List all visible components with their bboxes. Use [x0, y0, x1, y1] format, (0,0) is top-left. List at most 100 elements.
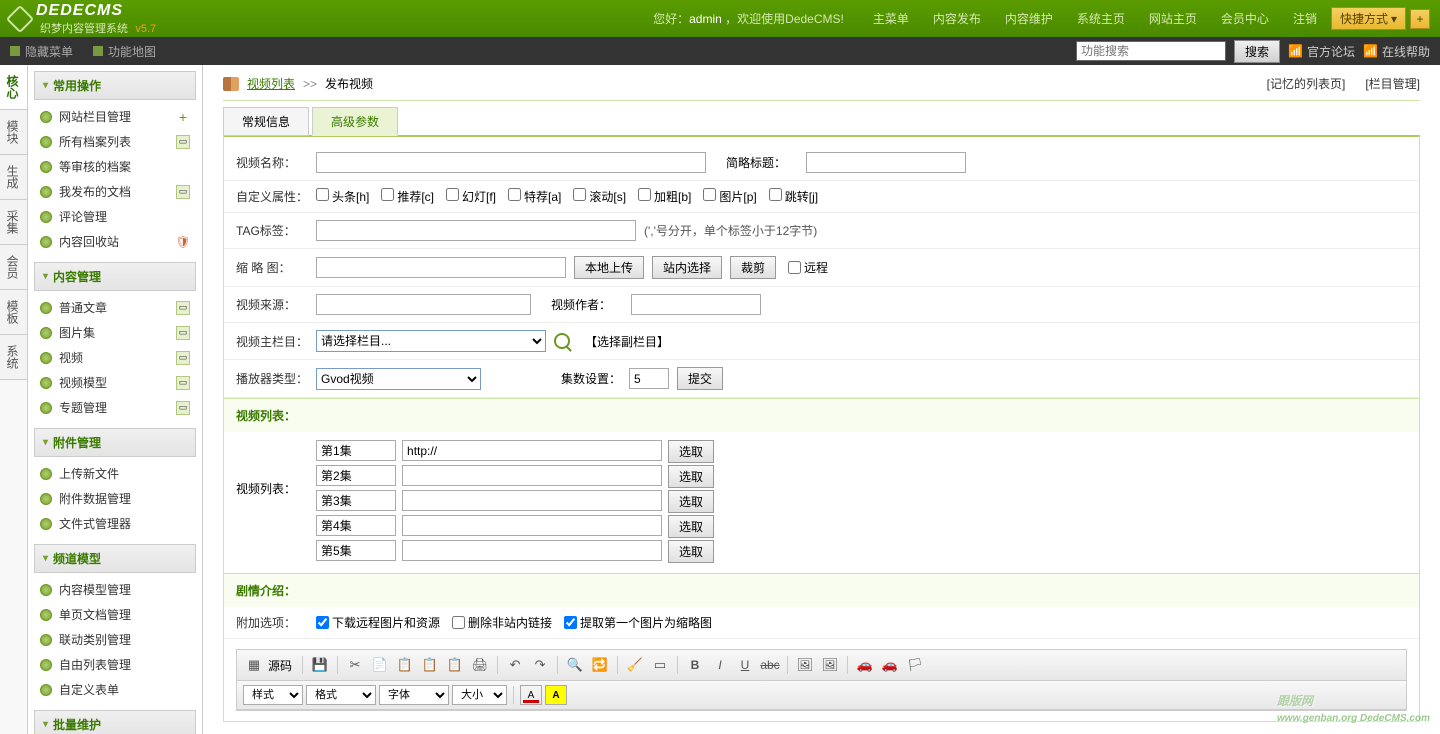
text-color-button[interactable]: A [520, 685, 542, 705]
sidebar-item[interactable]: 专题管理▭ [34, 395, 196, 420]
episode-url-input[interactable] [402, 465, 662, 486]
size-select[interactable]: 大小 [452, 685, 507, 705]
episode-url-input[interactable] [402, 515, 662, 536]
strike-icon[interactable]: abc [759, 654, 781, 676]
attr-checkbox[interactable] [316, 188, 329, 201]
attr-checkbox[interactable] [508, 188, 521, 201]
online-help-link[interactable]: 📶在线帮助 [1363, 43, 1430, 60]
download-remote-checkbox[interactable] [316, 616, 329, 629]
upload-local-button[interactable]: 本地上传 [574, 256, 644, 279]
remove-format-icon[interactable]: 🧹 [624, 654, 646, 676]
episode-url-input[interactable] [402, 490, 662, 511]
paste-text-icon[interactable]: 📋 [419, 654, 441, 676]
vtab-collect[interactable]: 采集 [0, 200, 27, 245]
select-episode-button[interactable]: 选取 [668, 515, 714, 538]
save-icon[interactable]: 💾 [309, 654, 331, 676]
episodes-input[interactable] [629, 368, 669, 389]
nav-main-menu[interactable]: 主菜单 [863, 10, 919, 27]
thumb-input[interactable] [316, 257, 566, 278]
bg-color-button[interactable]: A [545, 685, 567, 705]
nav-logout[interactable]: 注销 [1283, 10, 1327, 27]
episode-name-input[interactable] [316, 465, 396, 486]
attr-checkbox[interactable] [573, 188, 586, 201]
column-manage-link[interactable]: [栏目管理] [1365, 75, 1420, 92]
select-episode-button[interactable]: 选取 [668, 490, 714, 513]
nav-system-home[interactable]: 系统主页 [1067, 10, 1135, 27]
function-map-link[interactable]: 功能地图 [93, 43, 156, 60]
media-icon[interactable]: 🚗 [879, 654, 901, 676]
sidebar-item[interactable]: 自定义表单 [34, 677, 196, 702]
bold-icon[interactable]: B [684, 654, 706, 676]
menu-group-title[interactable]: 内容管理 [34, 262, 196, 291]
memory-list-link[interactable]: [记忆的列表页] [1267, 75, 1346, 92]
sidebar-item[interactable]: 图片集▭ [34, 320, 196, 345]
image-icon[interactable]: 🖼 [794, 654, 816, 676]
font-select[interactable]: 字体 [379, 685, 449, 705]
italic-icon[interactable]: I [709, 654, 731, 676]
function-search-button[interactable]: 搜索 [1234, 40, 1280, 63]
add-quick-button[interactable]: + [1410, 9, 1430, 29]
menu-group-title[interactable]: 附件管理 [34, 428, 196, 457]
author-input[interactable] [631, 294, 761, 315]
copy-icon[interactable]: 📄 [369, 654, 391, 676]
paste-word-icon[interactable]: 📋 [444, 654, 466, 676]
video-name-input[interactable] [316, 152, 706, 173]
sidebar-item[interactable]: 联动类别管理 [34, 627, 196, 652]
flag-icon[interactable]: 🏳 [904, 654, 926, 676]
sidebar-item[interactable]: 我发布的文档▭ [34, 179, 196, 204]
episode-url-input[interactable] [402, 440, 662, 461]
redo-icon[interactable]: ↷ [529, 654, 551, 676]
source-button[interactable]: ▦ [243, 654, 265, 676]
quick-method-button[interactable]: 快捷方式▾ [1331, 7, 1406, 30]
link-car-icon[interactable]: 🚗 [854, 654, 876, 676]
player-select[interactable]: Gvod视频 [316, 368, 481, 390]
attr-checkbox[interactable] [446, 188, 459, 201]
menu-group-title[interactable]: 批量维护 [34, 710, 196, 734]
attr-checkbox[interactable] [638, 188, 651, 201]
print-icon[interactable]: 🖨 [469, 654, 491, 676]
crop-button[interactable]: 裁剪 [730, 256, 776, 279]
sidebar-item[interactable]: 单页文档管理 [34, 602, 196, 627]
attr-checkbox[interactable] [703, 188, 716, 201]
vtab-module[interactable]: 模块 [0, 110, 27, 155]
attr-checkbox[interactable] [769, 188, 782, 201]
sidebar-item[interactable]: 评论管理 [34, 204, 196, 229]
source-input[interactable] [316, 294, 531, 315]
remove-external-checkbox[interactable] [452, 616, 465, 629]
attr-checkbox[interactable] [381, 188, 394, 201]
submit-episodes-button[interactable]: 提交 [677, 367, 723, 390]
sidebar-item[interactable]: 等审核的档案 [34, 154, 196, 179]
nav-publish[interactable]: 内容发布 [923, 10, 991, 27]
hide-menu-toggle[interactable]: 隐藏菜单 [10, 43, 73, 60]
remote-checkbox[interactable] [788, 261, 801, 274]
sidebar-item[interactable]: 普通文章▭ [34, 295, 196, 320]
select-all-icon[interactable]: ▭ [649, 654, 671, 676]
sidebar-item[interactable]: 视频模型▭ [34, 370, 196, 395]
episode-name-input[interactable] [316, 490, 396, 511]
nav-member[interactable]: 会员中心 [1211, 10, 1279, 27]
sidebar-item[interactable]: 内容回收站🛡 [34, 229, 196, 254]
sidebar-item[interactable]: 所有档案列表▭ [34, 129, 196, 154]
sidebar-item[interactable]: 文件式管理器 [34, 511, 196, 536]
undo-icon[interactable]: ↶ [504, 654, 526, 676]
breadcrumb-list[interactable]: 视频列表 [247, 75, 295, 92]
vtab-member[interactable]: 会员 [0, 245, 27, 290]
short-title-input[interactable] [806, 152, 966, 173]
tag-input[interactable] [316, 220, 636, 241]
official-forum-link[interactable]: 📶官方论坛 [1288, 43, 1355, 60]
sub-column-link[interactable]: 【选择副栏目】 [585, 333, 669, 350]
sidebar-item[interactable]: 自由列表管理 [34, 652, 196, 677]
nav-site-home[interactable]: 网站主页 [1139, 10, 1207, 27]
sidebar-item[interactable]: 网站栏目管理+ [34, 104, 196, 129]
column-select[interactable]: 请选择栏目... [316, 330, 546, 352]
select-episode-button[interactable]: 选取 [668, 465, 714, 488]
vtab-system[interactable]: 系统 [0, 335, 27, 380]
first-image-checkbox[interactable] [564, 616, 577, 629]
function-search-input[interactable] [1076, 41, 1226, 61]
nav-maintain[interactable]: 内容维护 [995, 10, 1063, 27]
vtab-template[interactable]: 模板 [0, 290, 27, 335]
vtab-generate[interactable]: 生成 [0, 155, 27, 200]
vtab-core[interactable]: 核心 [0, 65, 27, 110]
sidebar-item[interactable]: 视频▭ [34, 345, 196, 370]
find-icon[interactable]: 🔍 [564, 654, 586, 676]
